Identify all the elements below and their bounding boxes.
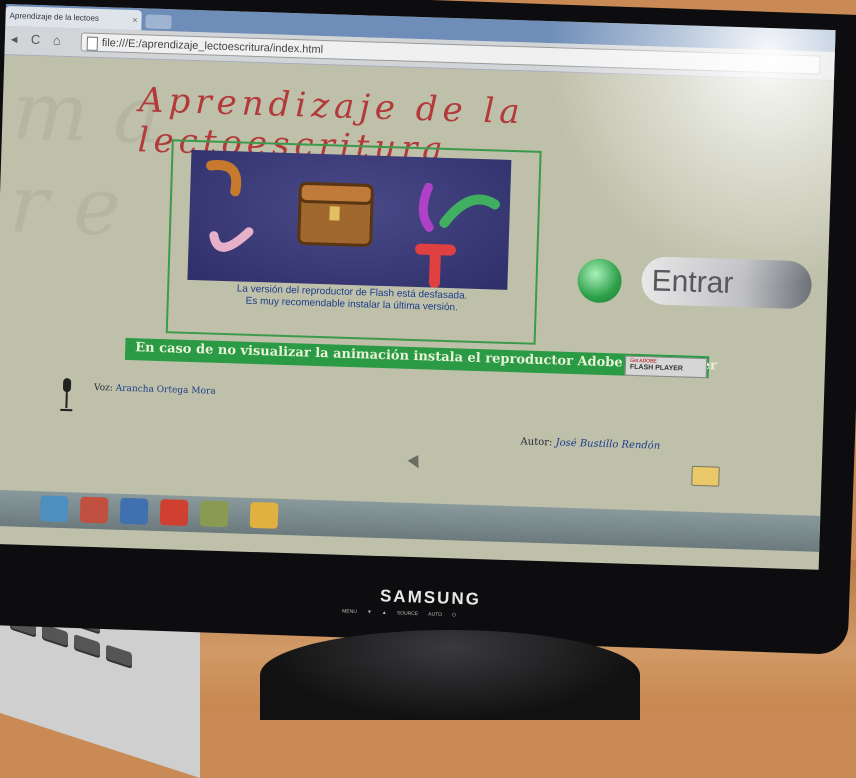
start-button[interactable] — [40, 495, 69, 522]
page-icon — [87, 37, 98, 51]
reload-icon[interactable]: C — [31, 32, 41, 47]
get-flash-player-button[interactable]: Get ADOBE FLASH PLAYER — [625, 356, 708, 379]
taskbar-app-2[interactable] — [120, 498, 149, 525]
monitor-auto-button[interactable]: AUTO — [428, 612, 442, 624]
microphone-icon — [59, 378, 74, 414]
monitor-brand: SAMSUNG — [380, 586, 482, 610]
web-page: m ar e Aprendizaje de la lectoescritura … — [0, 54, 834, 520]
monitor-power-button[interactable]: ⏻ — [452, 612, 456, 624]
taskbar-app-4[interactable] — [200, 500, 229, 527]
enter-pill: Entrar — [641, 256, 812, 309]
screen: Aprendizaje de la lectoes × ◂ C ⌂ file:/… — [0, 4, 836, 570]
enter-button[interactable]: Entrar — [577, 252, 815, 311]
taskbar-app-1[interactable] — [80, 497, 109, 524]
voice-prefix: Voz: — [94, 383, 113, 394]
mouse-cursor-icon — [408, 455, 424, 471]
monitor-source-button[interactable]: SOURCE — [396, 610, 418, 623]
tab-title: Aprendizaje de la lectoes — [9, 11, 99, 23]
email-icon[interactable] — [691, 466, 720, 487]
monitor-stand — [260, 630, 640, 720]
address-url: file:///E:/aprendizaje_lectoescritura/in… — [102, 37, 324, 56]
chrome-taskbar-icon[interactable] — [250, 502, 279, 529]
home-icon[interactable]: ⌂ — [53, 32, 61, 47]
author-name: José Bustillo Rendón — [555, 437, 660, 451]
taskbar-app-3[interactable] — [160, 499, 189, 526]
author-credit: Autor: José Bustillo Rendón — [520, 436, 660, 451]
letters-and-chest-illustration — [187, 150, 511, 290]
author-prefix: Autor: — [520, 436, 552, 448]
monitor-up-button[interactable]: ▲ — [382, 610, 387, 622]
flash-animation-image — [187, 150, 511, 290]
flash-container: La versión del reproductor de Flash está… — [166, 139, 542, 345]
tab-close-icon[interactable]: × — [132, 10, 138, 30]
back-icon[interactable]: ◂ — [11, 31, 18, 47]
install-flash-banner: En caso de no visualizar la animación in… — [125, 338, 709, 378]
new-tab-button[interactable] — [145, 14, 171, 29]
enter-icon — [577, 258, 622, 303]
voice-credit: Voz: Arancha Ortega Mora — [94, 383, 216, 397]
enter-label: Entrar — [651, 264, 734, 301]
voice-name: Arancha Ortega Mora — [116, 384, 216, 397]
flash-badge-line2: FLASH PLAYER — [630, 364, 683, 373]
monitor-down-button[interactable]: ▼ — [367, 609, 372, 621]
monitor-menu-button[interactable]: MENU — [342, 609, 357, 622]
